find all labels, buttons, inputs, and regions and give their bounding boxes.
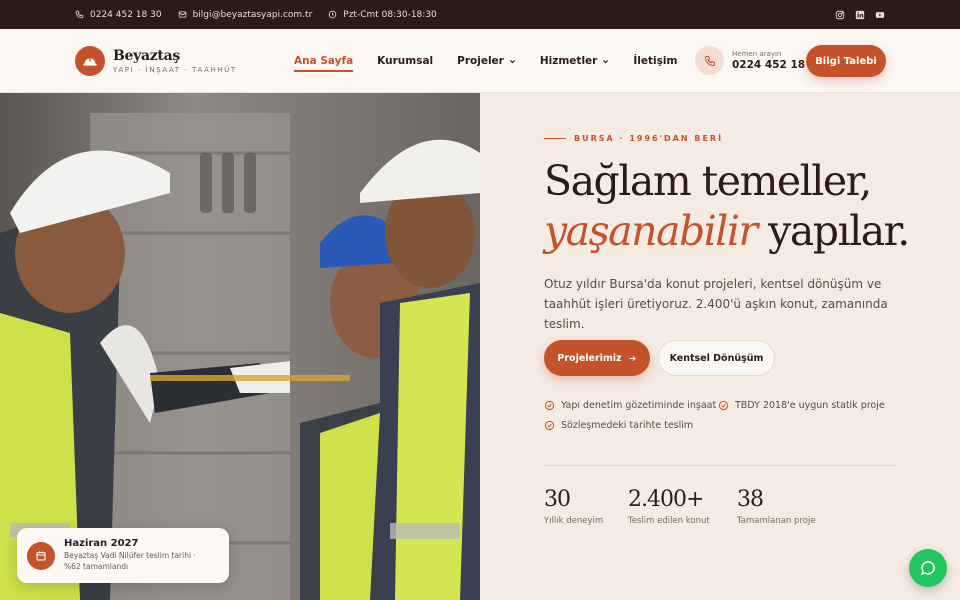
eyebrow-line — [544, 138, 566, 139]
check-circle-icon — [544, 420, 555, 431]
nav-item-kurumsal[interactable]: Kurumsal — [377, 29, 433, 93]
brand-tagline: YAPI · İNŞAAT · TAAHHÜT — [113, 65, 237, 74]
progress-toast[interactable]: Haziran 2027 Beyaztaş Vadi Nilüfer tesli… — [17, 528, 229, 583]
toast-text: Beyaztaş Vadi Nilüfer teslim tarihi · %6… — [64, 551, 196, 573]
hero-lead: Otuz yıldır Bursa'da konut projeleri, ke… — [544, 277, 888, 331]
topbar-email-text: bilgi@beyaztasyapi.com.tr — [192, 9, 313, 20]
stat-label: Tamamlanan proje — [737, 516, 816, 526]
call-block[interactable]: Hemen arayın 0224 452 18 30 — [695, 46, 823, 75]
logo[interactable]: Beyaztaş YAPI · İNŞAAT · TAAHHÜT — [75, 45, 237, 76]
phone-icon — [75, 10, 84, 19]
eyebrow-text: BURSA · 1996'DAN BERİ — [574, 134, 724, 143]
site-header: Beyaztaş YAPI · İNŞAAT · TAAHHÜT Ana Say… — [0, 29, 960, 93]
mail-icon — [178, 11, 186, 18]
stats-divider — [544, 465, 896, 466]
nav-item-label: Kurumsal — [377, 55, 434, 67]
toast-text-line: %62 tamamlandı — [64, 562, 129, 571]
feature-check-label: TBDY 2018'e uygun statik proje — [735, 400, 885, 411]
topbar-phone-text: 0224 452 18 30 — [90, 9, 162, 20]
stat-value: 38 — [737, 487, 764, 512]
top-bar: 0224 452 18 30 bilgi@beyaztasyapi.com.tr… — [0, 0, 960, 29]
projects-button[interactable]: Projelerimiz — [544, 340, 650, 376]
feature-check: Yapı denetim gözetiminde inşaat — [544, 400, 716, 411]
hero-title: Sağlam temeller, yaşanabilir yapılar. — [544, 156, 910, 256]
phone-icon — [695, 46, 724, 75]
info-request-button[interactable]: Bilgi Talebi — [806, 45, 886, 77]
nav-item-label: Hizmetler — [539, 55, 598, 67]
hero-photo — [0, 93, 480, 600]
topbar-hours: Pzt-Cmt 08:30-18:30 — [328, 10, 437, 20]
stat-delivered: 2.400+ Teslim edilen konut — [628, 487, 710, 526]
feature-check: Sözleşmedeki tarihte teslim — [544, 420, 693, 431]
hero-title-line1: Sağlam temeller, — [544, 157, 872, 205]
feature-check: TBDY 2018'e uygun statik proje — [718, 400, 885, 411]
topbar-phone[interactable]: 0224 452 18 30 — [75, 10, 162, 20]
youtube-icon[interactable] — [875, 10, 885, 20]
stat-label: Teslim edilen konut — [628, 516, 710, 526]
toast-text-line: Beyaztaş Vadi Nilüfer teslim tarihi · — [64, 551, 196, 561]
hero-title-accent: yaşanabilir — [544, 207, 758, 255]
check-circle-icon — [544, 400, 555, 411]
arrow-right-icon — [629, 355, 636, 361]
topbar-email[interactable]: bilgi@beyaztasyapi.com.tr — [178, 9, 313, 20]
nav-item-label: Ana Sayfa — [294, 55, 354, 67]
calendar-icon — [27, 541, 55, 570]
topbar-hours-text: Pzt-Cmt 08:30-18:30 — [343, 9, 437, 20]
hero-title-rest: yapılar. — [756, 207, 910, 255]
hard-hat-icon — [75, 45, 105, 76]
instagram-icon[interactable] — [835, 10, 845, 20]
feature-check-label: Yapı denetim gözetiminde inşaat — [561, 400, 717, 411]
nav-item-iletisim[interactable]: İletişim — [633, 29, 677, 93]
brand-name: Beyaztaş — [113, 47, 180, 64]
whatsapp-button[interactable] — [909, 549, 947, 587]
clock-icon — [328, 10, 337, 19]
nav-item-label: Projeler — [457, 55, 504, 67]
stat-label: Yıllık deneyim — [544, 516, 604, 526]
stat-projects: 38 Tamamlanan proje — [737, 487, 816, 526]
stat-value: 30 — [544, 487, 571, 512]
hero-eyebrow: BURSA · 1996'DAN BERİ — [544, 134, 723, 143]
nav-item-label: İletişim — [633, 55, 678, 67]
projects-button-label: Projelerimiz — [557, 352, 622, 364]
nav-item-projeler[interactable]: Projeler — [457, 29, 516, 93]
main-nav: Ana Sayfa Kurumsal Projeler Hizmetler İl… — [294, 29, 677, 93]
urban-renewal-button[interactable]: Kentsel Dönüşüm — [658, 340, 775, 376]
stat-value: 2.400+ — [628, 487, 704, 512]
check-circle-icon — [718, 400, 729, 411]
nav-item-hizmetler[interactable]: Hizmetler — [540, 29, 609, 93]
feature-check-label: Sözleşmedeki tarihte teslim — [561, 420, 694, 431]
whatsapp-icon — [920, 561, 935, 576]
toast-title: Haziran 2027 — [64, 538, 139, 550]
social-links — [835, 10, 885, 20]
linkedin-icon[interactable] — [855, 10, 865, 20]
chevron-down-icon — [509, 58, 516, 65]
nav-item-ana-sayfa[interactable]: Ana Sayfa — [294, 29, 354, 93]
chevron-down-icon — [602, 58, 609, 65]
stat-experience: 30 Yıllık deneyim — [544, 487, 603, 526]
